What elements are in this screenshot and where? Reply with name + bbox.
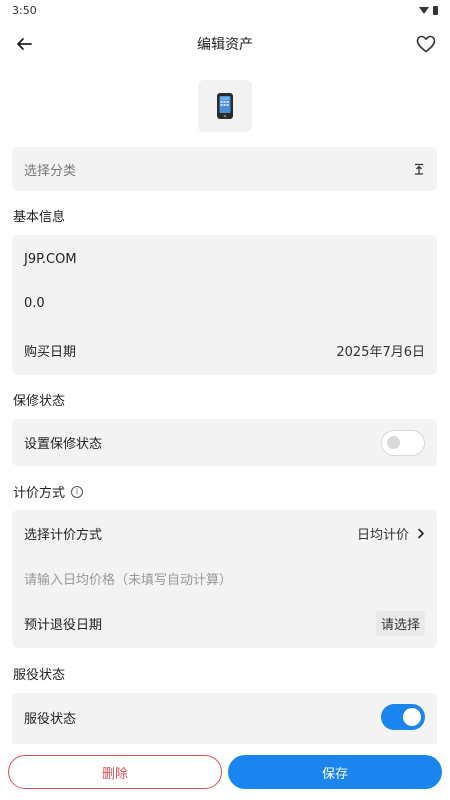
asset-name-input[interactable]: J9P.COM (12, 237, 437, 281)
category-card[interactable]: 选择分类 (12, 147, 437, 191)
arrow-left-icon (17, 38, 32, 50)
service-card: 服役状态 (12, 693, 437, 749)
daily-price-placeholder: 请输入日均价格（未填写自动计算） (24, 572, 233, 588)
header: 编辑资产 (0, 26, 450, 62)
purchase-date-label: 购买日期 (24, 344, 77, 360)
section-title-pricing-label: 计价方式 (13, 486, 66, 501)
warranty-toggle-label: 设置保修状态 (24, 437, 103, 452)
section-title-service: 服役状态 (13, 664, 65, 683)
favorite-button[interactable] (412, 30, 440, 58)
section-title-warranty-label: 保修状态 (13, 394, 66, 409)
page-title: 编辑资产 (197, 37, 253, 53)
daily-price-input[interactable]: 请输入日均价格（未填写自动计算） (12, 556, 437, 600)
toggle-knob (403, 708, 421, 726)
service-toggle[interactable] (381, 704, 425, 730)
section-title-service-label: 服役状态 (13, 668, 66, 683)
section-title-basic-info-label: 基本信息 (13, 210, 66, 225)
section-title-basic-info: 基本信息 (13, 206, 65, 225)
purchase-date-row[interactable]: 购买日期 2025年7月6日 (12, 328, 437, 372)
pricing-method-label: 选择计价方式 (24, 527, 103, 543)
status-time: 3:50 (12, 3, 37, 17)
purchase-date-value[interactable]: 2025年7月6日 (336, 341, 425, 360)
service-row: 服役状态 (12, 693, 437, 741)
toggle-knob (387, 435, 400, 449)
section-title-warranty: 保修状态 (13, 390, 65, 409)
bottom-action-bar: 删除 保存 (0, 744, 450, 800)
info-icon[interactable]: i (71, 485, 84, 498)
retire-date-label: 预计退役日期 (24, 617, 103, 633)
category-placeholder: 选择分类 (24, 163, 77, 179)
warranty-card: 设置保修状态 (12, 419, 437, 466)
retire-date-row[interactable]: 预计退役日期 请选择 (12, 600, 437, 646)
service-toggle-label: 服役状态 (24, 711, 77, 727)
status-bar: 3:50 (0, 0, 450, 20)
section-title-pricing: 计价方式 i (13, 482, 84, 501)
asset-price-input[interactable]: 0.0 (12, 281, 437, 325)
save-button[interactable]: 保存 (228, 755, 442, 789)
pricing-method-selector[interactable]: 日均计价 (357, 524, 425, 543)
warranty-row: 设置保修状态 (12, 419, 437, 466)
mobile-phone-icon (217, 93, 233, 119)
asset-name-value: J9P.COM (24, 251, 77, 267)
basic-info-card: J9P.COM 0.0 购买日期 2025年7月6日 (12, 235, 437, 375)
chevron-right-icon (418, 528, 424, 538)
sort-icon (415, 163, 423, 175)
asset-icon-picker[interactable] (198, 80, 252, 132)
pricing-card: 选择计价方式 日均计价 请输入日均价格（未填写自动计算） 预计退役日期 请选择 (12, 510, 437, 648)
heart-icon (416, 35, 436, 53)
delete-button[interactable]: 删除 (8, 755, 222, 789)
pricing-method-row[interactable]: 选择计价方式 日均计价 (12, 510, 437, 556)
status-icons (419, 5, 438, 15)
asset-price-value: 0.0 (24, 295, 45, 311)
pricing-method-value: 日均计价 (356, 527, 409, 543)
retire-date-select-button[interactable]: 请选择 (375, 610, 425, 636)
warranty-toggle[interactable] (381, 429, 425, 456)
wifi-icon (419, 6, 429, 14)
category-row[interactable]: 选择分类 (12, 147, 437, 191)
battery-icon (433, 5, 438, 15)
back-button[interactable] (12, 30, 36, 58)
